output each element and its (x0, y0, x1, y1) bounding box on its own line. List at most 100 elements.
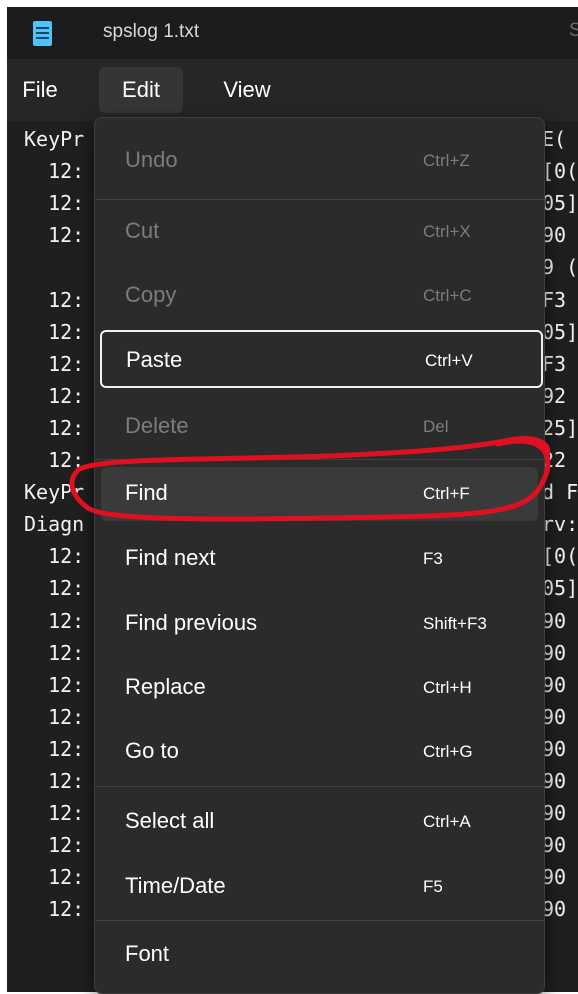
tab-title[interactable]: spslog 1.txt (103, 21, 199, 43)
text-line: 12: (24, 833, 85, 858)
shortcut-label: Ctrl+A (423, 812, 471, 831)
text-line-tail: F3 (542, 351, 567, 376)
text-line-tail: 90 (542, 897, 567, 922)
menu-item-time-date[interactable]: Time/Date F5 (101, 860, 538, 914)
shortcut-label: Ctrl+G (423, 742, 473, 761)
title-bar: spslog 1.txt S (7, 7, 578, 59)
menu-file[interactable]: File (15, 67, 65, 113)
text-line: 12: (24, 159, 85, 184)
menu-item-go-to[interactable]: Go to Ctrl+G (101, 725, 538, 779)
menu-item-delete: Delete Del (101, 400, 538, 454)
text-line: 12: (24, 865, 85, 890)
text-line-tail: 05] (542, 576, 578, 601)
text-line-tail: 90 (542, 833, 567, 858)
shortcut-label: F3 (423, 549, 443, 568)
shortcut-label: F5 (423, 877, 443, 896)
shortcut-label: Ctrl+H (423, 678, 472, 697)
menu-item-copy: Copy Ctrl+C (101, 269, 538, 323)
text-line: 12: (24, 608, 85, 633)
text-line-tail: 92 (542, 383, 567, 408)
text-line-tail: 90 (542, 769, 567, 793)
text-line-tail: [0( (542, 159, 578, 184)
text-line: 12: (24, 736, 85, 761)
menu-separator (95, 920, 544, 921)
text-line-tail: 90 (542, 865, 567, 890)
text-line: 12: (24, 448, 85, 472)
menu-item-label: Paste (126, 347, 183, 372)
text-line: 12: (24, 319, 85, 344)
menu-item-label: Time/Date (125, 873, 226, 898)
menu-separator (95, 199, 544, 200)
text-line-tail: [0( (542, 544, 578, 569)
edit-menu-dropdown: Undo Ctrl+Z Cut Ctrl+X Copy Ctrl+C Paste… (94, 117, 545, 994)
text-line: KeyPr (24, 480, 85, 505)
text-line-tail: d F (542, 480, 578, 505)
text-line: 12: (24, 415, 85, 440)
text-line-tail: 05] (542, 319, 578, 344)
text-line-tail: 90 (542, 223, 567, 248)
menu-item-find-next[interactable]: Find next F3 (101, 532, 538, 586)
menu-item-cut: Cut Ctrl+X (101, 205, 538, 259)
menu-item-select-all[interactable]: Select all Ctrl+A (101, 795, 538, 849)
text-line-tail: 05] (542, 191, 578, 216)
menu-item-label: Font (125, 941, 170, 966)
text-line-tail: 90 (542, 704, 567, 729)
text-line: 12: (24, 351, 85, 376)
shortcut-label: Shift+F3 (423, 614, 487, 633)
menu-item-label: Copy (125, 282, 177, 307)
next-tab-fragment[interactable]: S (569, 20, 578, 42)
shortcut-label: Ctrl+Z (423, 151, 470, 170)
text-line: 12: (24, 897, 85, 922)
text-line-tail: 22 (542, 448, 567, 472)
menu-item-replace[interactable]: Replace Ctrl+H (101, 661, 538, 715)
text-line: 12: (24, 640, 85, 665)
text-line: 12: (24, 383, 85, 408)
menu-item-font[interactable]: Font (101, 928, 538, 982)
menu-item-label: Delete (125, 413, 189, 438)
text-line: KeyPr (24, 127, 85, 151)
menu-item-label: Replace (125, 674, 206, 699)
menu-bar: File Edit View (7, 59, 578, 121)
menu-separator (95, 459, 544, 460)
shortcut-label: Ctrl+V (425, 351, 473, 370)
text-line: 12: (24, 544, 85, 569)
text-line-tail: 90 (542, 608, 567, 633)
menu-item-label: Select all (125, 808, 215, 833)
menu-item-find-previous[interactable]: Find previous Shift+F3 (101, 597, 538, 651)
menu-item-label: Undo (125, 147, 178, 172)
menu-separator (95, 786, 544, 787)
menu-item-label: Find previous (125, 610, 258, 635)
text-line-tail: 90 (542, 672, 567, 697)
menu-item-find[interactable]: Find Ctrl+F (101, 467, 538, 521)
text-line: 12: (24, 223, 85, 248)
text-line: 12: (24, 801, 85, 826)
shortcut-label: Ctrl+F (423, 484, 470, 503)
shortcut-label: Ctrl+X (423, 222, 471, 241)
text-line-tail: F3 (542, 287, 567, 312)
menu-view[interactable]: View (207, 67, 287, 113)
text-line-tail: rv: (542, 512, 578, 537)
shortcut-label: Ctrl+C (423, 286, 472, 305)
menu-item-undo: Undo Ctrl+Z (101, 134, 538, 188)
notepad-document-icon (33, 21, 52, 46)
text-line-tail: 90 (542, 736, 567, 761)
shortcut-label: Del (423, 417, 449, 436)
menu-item-label: Cut (125, 218, 160, 243)
text-line: Diagn (24, 512, 85, 537)
menu-item-paste[interactable]: Paste Ctrl+V (100, 330, 543, 388)
text-line: 12: (24, 704, 85, 729)
menu-item-label: Go to (125, 738, 179, 763)
text-line-tail: E( (542, 127, 567, 151)
text-line: 12: (24, 287, 85, 312)
text-line-tail: 90 (542, 801, 567, 826)
menu-item-label: Find (125, 480, 168, 505)
text-line: 12: (24, 576, 85, 601)
text-line: 12: (24, 672, 85, 697)
text-line-tail: 90 (542, 640, 567, 665)
text-line-tail: 25] (542, 415, 578, 440)
text-line: 12: (24, 191, 85, 216)
menu-item-label: Find next (125, 545, 216, 570)
menu-edit[interactable]: Edit (99, 67, 183, 113)
text-line-tail: 9 ( (542, 255, 578, 280)
text-line: 12: (24, 769, 85, 793)
